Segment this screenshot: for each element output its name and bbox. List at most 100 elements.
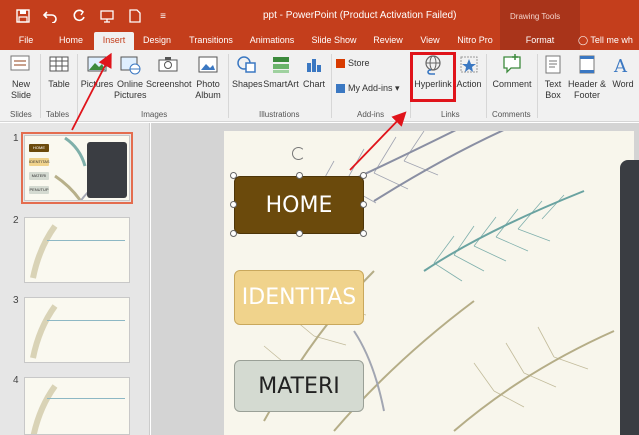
pictures-button[interactable]: Pictures xyxy=(80,53,114,90)
customize-qat-icon[interactable]: ≡ xyxy=(152,7,174,25)
group-illustrations-label: Illustrations xyxy=(259,110,300,119)
selection-handle[interactable] xyxy=(296,230,303,237)
dropdown-arrow-icon: ▾ xyxy=(395,83,400,93)
wordart-label: Word xyxy=(612,79,634,89)
new-slide-label: New Slide xyxy=(10,79,31,100)
selection-handle[interactable] xyxy=(360,201,367,208)
store-button[interactable]: Store xyxy=(336,58,396,69)
slide-number: 2 xyxy=(13,215,19,226)
slide-number: 3 xyxy=(13,295,19,306)
drawing-tools-label: Drawing Tools xyxy=(500,0,580,32)
table-button[interactable]: Table xyxy=(44,53,74,90)
group-slides-label: Slides xyxy=(10,110,32,119)
text-box-label: Text Box xyxy=(544,79,562,100)
tab-animations[interactable]: Animations xyxy=(244,32,300,50)
slide-thumbnail-2[interactable] xyxy=(24,217,130,283)
slide-number: 1 xyxy=(13,133,19,144)
group-tables-label: Tables xyxy=(46,110,70,119)
screenshot-label: Screenshot xyxy=(146,79,192,89)
thumb-dark-panel xyxy=(87,142,127,198)
tab-review[interactable]: Review xyxy=(368,32,408,50)
group-images-label: Images xyxy=(141,110,168,119)
header-footer-label: Header & Footer xyxy=(567,79,607,100)
comment-button[interactable]: Comment xyxy=(490,53,534,90)
selection-handle[interactable] xyxy=(230,172,237,179)
chart-button[interactable]: Chart xyxy=(300,53,328,90)
group-links-label: Links xyxy=(441,110,460,119)
chart-icon xyxy=(307,59,321,72)
wordart-button[interactable]: A Word xyxy=(607,53,639,90)
pictures-label: Pictures xyxy=(80,79,114,89)
title-bar: ≡ ppt - PowerPoint (Product Activation F… xyxy=(0,0,639,32)
action-button[interactable]: Action xyxy=(455,53,483,90)
slide-thumbnail-1[interactable]: HOME IDENTITAS MATERI PENUTUP xyxy=(21,132,133,204)
my-addins-button[interactable]: My Add-ins ▾ xyxy=(336,83,408,94)
slides-panel[interactable]: 1 HOME IDENTITAS MATERI PENUTUP 2 3 4 xyxy=(0,123,150,435)
save-icon[interactable] xyxy=(12,7,34,25)
redo-icon[interactable] xyxy=(68,7,90,25)
pictures-icon xyxy=(87,56,107,72)
separator xyxy=(331,54,332,118)
tab-insert[interactable]: Insert xyxy=(94,32,134,50)
online-pictures-button[interactable]: Online Pictures xyxy=(114,53,147,101)
tell-me-search[interactable]: ◯ Tell me wh xyxy=(578,32,633,50)
selection-handle[interactable] xyxy=(230,201,237,208)
selection-handle[interactable] xyxy=(296,172,303,179)
action-star-icon xyxy=(460,56,478,73)
tab-home[interactable]: Home xyxy=(50,32,92,50)
text-box-icon xyxy=(545,55,561,74)
thumbnail-feather-image xyxy=(30,224,58,279)
selection-handle[interactable] xyxy=(360,172,367,179)
undo-icon[interactable] xyxy=(40,7,62,25)
online-pictures-label: Online Pictures xyxy=(114,79,147,100)
thumb-materi-button: MATERI xyxy=(29,172,49,180)
selection-handle[interactable] xyxy=(230,230,237,237)
new-slide-button[interactable]: New Slide xyxy=(6,53,36,101)
slide-thumbnail-3[interactable] xyxy=(24,297,130,363)
ribbon-insert: New Slide Slides Table Tables Pictures O… xyxy=(0,50,639,122)
smartart-button[interactable]: SmartArt xyxy=(262,53,300,90)
slide-dark-panel xyxy=(620,160,639,435)
shapes-button[interactable]: Shapes xyxy=(232,53,263,90)
addins-icon xyxy=(336,84,345,94)
lightbulb-icon: ◯ xyxy=(578,35,589,45)
home-shape-button[interactable]: HOME xyxy=(234,176,364,234)
tab-nitro-pro[interactable]: Nitro Pro xyxy=(452,32,498,50)
hyperlink-highlight-box xyxy=(410,52,456,102)
tab-design[interactable]: Design xyxy=(137,32,177,50)
photo-album-button[interactable]: Photo Album xyxy=(190,53,226,101)
slide-thumbnail-4[interactable] xyxy=(24,377,130,435)
comment-icon xyxy=(503,54,521,74)
header-footer-button[interactable]: Header & Footer xyxy=(567,53,607,101)
store-icon xyxy=(336,59,345,69)
smartart-icon xyxy=(273,57,289,73)
table-icon xyxy=(49,56,69,72)
thumb-title-line xyxy=(47,398,125,399)
tab-file[interactable]: File xyxy=(8,32,44,50)
slide-number: 4 xyxy=(13,375,19,386)
group-addins-label: Add-ins xyxy=(357,110,385,119)
separator xyxy=(486,54,487,118)
ribbon-tabs: File Home Insert Design Transitions Anim… xyxy=(0,32,639,50)
screenshot-button[interactable]: Screenshot xyxy=(146,53,192,90)
smartart-label: SmartArt xyxy=(263,79,299,89)
tab-transitions[interactable]: Transitions xyxy=(183,32,239,50)
action-label: Action xyxy=(456,79,482,89)
tab-format[interactable]: Format xyxy=(500,32,580,50)
separator xyxy=(537,54,538,118)
materi-shape-button[interactable]: MATERI xyxy=(234,360,364,412)
selection-handle[interactable] xyxy=(360,230,367,237)
present-icon[interactable] xyxy=(96,7,118,25)
tab-view[interactable]: View xyxy=(414,32,446,50)
tab-slide-show[interactable]: Slide Show xyxy=(308,32,360,50)
separator xyxy=(228,54,229,118)
camera-icon xyxy=(158,57,178,72)
quick-access-toolbar: ≡ xyxy=(12,7,180,25)
chart-label: Chart xyxy=(302,79,325,89)
new-file-icon[interactable] xyxy=(124,7,146,25)
text-box-button[interactable]: Text Box xyxy=(540,53,566,101)
thumb-title-line xyxy=(47,240,125,241)
identitas-shape-button[interactable]: IDENTITAS xyxy=(234,270,364,325)
group-comments-label: Comments xyxy=(492,110,531,119)
rotate-handle-icon[interactable] xyxy=(292,147,305,160)
